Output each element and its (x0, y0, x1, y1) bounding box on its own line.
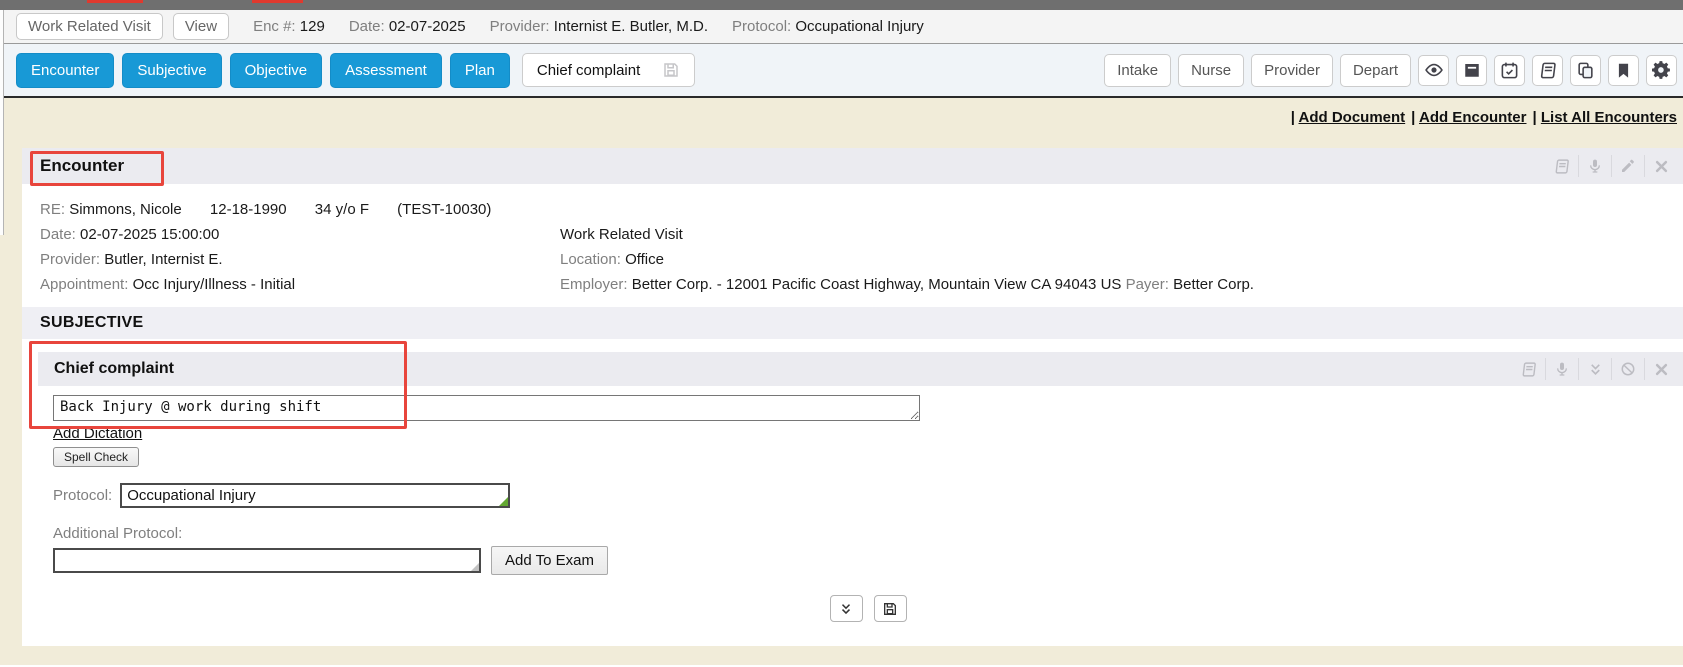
chief-complaint-section: Chief complaint (38, 352, 1683, 646)
additional-protocol-label: Additional Protocol: (53, 525, 1683, 542)
protocol-row: Protocol: (53, 483, 1683, 508)
encounter-datetime: 02-07-2025 15:00:00 (80, 226, 219, 243)
close-icon[interactable] (1644, 358, 1677, 380)
chevrons-down-icon[interactable] (1578, 358, 1611, 380)
encounter-section-title: Encounter (40, 156, 124, 176)
protocol-label: Protocol: (53, 487, 112, 504)
add-to-exam-button[interactable]: Add To Exam (491, 546, 608, 575)
add-dictation-link[interactable]: Add Dictation (53, 425, 142, 442)
current-section-indicator: Chief complaint (522, 53, 695, 87)
additional-protocol-row: Add To Exam (53, 546, 1683, 575)
red-tab-mark (87, 0, 143, 3)
enc-number: Enc #: 129 (253, 18, 325, 35)
eye-icon[interactable] (1418, 55, 1449, 86)
chief-complaint-header: Chief complaint (38, 352, 1683, 386)
provider-name: Butler, Internist E. (104, 251, 222, 268)
nurse-button[interactable]: Nurse (1178, 54, 1244, 87)
patient-identity: RE: Simmons, Nicole 12-18-1990 34 y/o F … (40, 201, 560, 218)
book-icon[interactable] (1512, 358, 1545, 380)
calendar-check-icon[interactable] (1494, 55, 1525, 86)
stage-button-group: Intake Nurse Provider Depart (1104, 54, 1677, 87)
microphone-icon[interactable] (1545, 358, 1578, 380)
save-icon[interactable] (874, 595, 907, 622)
subjective-section-header: SUBJECTIVE (22, 307, 1683, 339)
current-section-label: Chief complaint (537, 62, 640, 79)
enc-provider: Provider: Internist E. Butler, M.D. (490, 18, 708, 35)
chief-complaint-footer-buttons (53, 595, 1683, 646)
nav-assessment-button[interactable]: Assessment (330, 53, 442, 88)
patient-dob: 12-18-1990 (210, 201, 287, 218)
book-icon[interactable] (1545, 155, 1578, 177)
patient-id: (TEST-10030) (397, 201, 491, 218)
copy-icon[interactable] (1570, 55, 1601, 86)
visit-type-button[interactable]: Work Related Visit (16, 13, 163, 40)
save-icon (662, 61, 680, 79)
depart-button[interactable]: Depart (1340, 54, 1411, 87)
left-scroll-gutter (0, 10, 4, 235)
add-document-link-wrap: Add Document (1291, 109, 1405, 126)
payer-value: Better Corp. (1173, 276, 1254, 293)
encounter-header-icons (1545, 155, 1677, 177)
close-icon[interactable] (1644, 155, 1677, 177)
date-row: Date: 02-07-2025 15:00:00 Work Related V… (40, 222, 1665, 247)
enc-protocol: Protocol: Occupational Injury (732, 18, 924, 35)
chief-complaint-body: Back Injury @ work during shift Add Dict… (38, 386, 1683, 646)
visit-type-value: Work Related Visit (560, 226, 1665, 243)
archive-icon[interactable] (1456, 55, 1487, 86)
patient-name: Simmons, Nicole (69, 201, 182, 218)
browser-top-strip (0, 0, 1683, 10)
encounter-panel: Encounter RE: Simm (22, 148, 1683, 646)
red-tab-mark (252, 0, 303, 3)
nav-encounter-button[interactable]: Encounter (16, 53, 114, 88)
add-encounter-link[interactable]: Add Encounter (1419, 109, 1527, 126)
location-value: Office (625, 251, 664, 268)
list-all-encounters-link-wrap: List All Encounters (1532, 109, 1677, 126)
provider-button[interactable]: Provider (1251, 54, 1333, 87)
encounter-info-bar: Work Related Visit View Enc #: 129 Date:… (0, 10, 1683, 44)
provider-row: Provider: Butler, Internist E. Location:… (40, 247, 1665, 272)
enc-date: Date: 02-07-2025 (349, 18, 466, 35)
chief-complaint-textarea[interactable]: Back Injury @ work during shift (53, 395, 920, 421)
patient-row: RE: Simmons, Nicole 12-18-1990 34 y/o F … (40, 197, 1665, 222)
add-encounter-link-wrap: Add Encounter (1411, 109, 1526, 126)
nav-plan-button[interactable]: Plan (450, 53, 510, 88)
list-all-encounters-link[interactable]: List All Encounters (1541, 109, 1677, 126)
add-document-link[interactable]: Add Document (1299, 109, 1406, 126)
spell-check-button[interactable]: Spell Check (53, 447, 139, 467)
chief-complaint-title: Chief complaint (54, 360, 174, 378)
intake-button[interactable]: Intake (1104, 54, 1171, 87)
links-bar: Add Document Add Encounter List All Encoun… (0, 98, 1683, 126)
book-icon[interactable] (1532, 55, 1563, 86)
nav-subjective-button[interactable]: Subjective (122, 53, 221, 88)
microphone-icon[interactable] (1578, 155, 1611, 177)
chevrons-down-icon[interactable] (830, 595, 863, 622)
nav-objective-button[interactable]: Objective (230, 53, 323, 88)
appointment-row: Appointment: Occ Injury/Illness - Initia… (40, 272, 1665, 297)
appointment-value: Occ Injury/Illness - Initial (133, 276, 296, 293)
additional-protocol-input[interactable] (53, 548, 481, 573)
no-entry-icon[interactable] (1611, 358, 1644, 380)
chief-complaint-header-icons (1512, 358, 1677, 380)
view-button[interactable]: View (173, 13, 229, 40)
patient-age-sex: 34 y/o F (315, 201, 369, 218)
encounter-section-header: Encounter (22, 148, 1683, 184)
subjective-title: SUBJECTIVE (40, 314, 143, 332)
encounter-info: RE: Simmons, Nicole 12-18-1990 34 y/o F … (22, 184, 1683, 307)
employer-value: Better Corp. - 12001 Pacific Coast Highw… (632, 276, 1122, 293)
gear-icon[interactable] (1646, 55, 1677, 86)
protocol-input[interactable] (120, 483, 510, 508)
encounter-content-area: Add Document Add Encounter List All Encoun… (0, 98, 1683, 665)
section-nav-bar: Encounter Subjective Objective Assessmen… (0, 44, 1683, 98)
bookmark-icon[interactable] (1608, 55, 1639, 86)
pencil-icon[interactable] (1611, 155, 1644, 177)
